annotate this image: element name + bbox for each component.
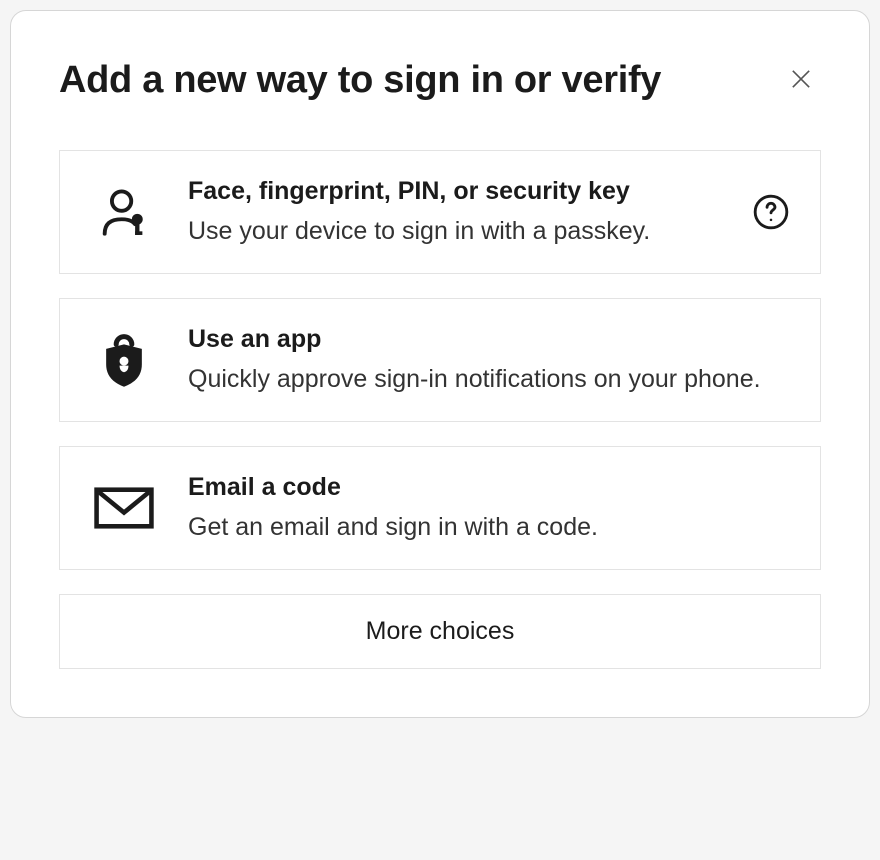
option-title: Email a code (188, 471, 792, 505)
help-icon (752, 193, 790, 231)
option-title: Use an app (188, 323, 792, 357)
more-choices-button[interactable]: More choices (59, 594, 821, 669)
option-authenticator-app[interactable]: Use an app Quickly approve sign-in notif… (59, 298, 821, 422)
option-description: Quickly approve sign-in notifications on… (188, 361, 792, 397)
option-text: Face, fingerprint, PIN, or security key … (188, 175, 722, 249)
option-text: Email a code Get an email and sign in wi… (188, 471, 792, 545)
mail-icon (88, 484, 160, 532)
option-description: Get an email and sign in with a code. (188, 509, 792, 545)
option-title: Face, fingerprint, PIN, or security key (188, 175, 722, 209)
options-list: Face, fingerprint, PIN, or security key … (59, 150, 821, 669)
sign-in-method-dialog: Add a new way to sign in or verify Face,… (10, 10, 870, 718)
help-button[interactable] (750, 191, 792, 233)
option-email-code[interactable]: Email a code Get an email and sign in wi… (59, 446, 821, 570)
dialog-title: Add a new way to sign in or verify (59, 59, 821, 102)
shield-lock-icon (88, 331, 160, 389)
close-icon (787, 65, 815, 93)
option-passkey[interactable]: Face, fingerprint, PIN, or security key … (59, 150, 821, 274)
option-description: Use your device to sign in with a passke… (188, 213, 722, 249)
close-button[interactable] (781, 59, 821, 99)
option-text: Use an app Quickly approve sign-in notif… (188, 323, 792, 397)
passkey-icon (88, 183, 160, 241)
